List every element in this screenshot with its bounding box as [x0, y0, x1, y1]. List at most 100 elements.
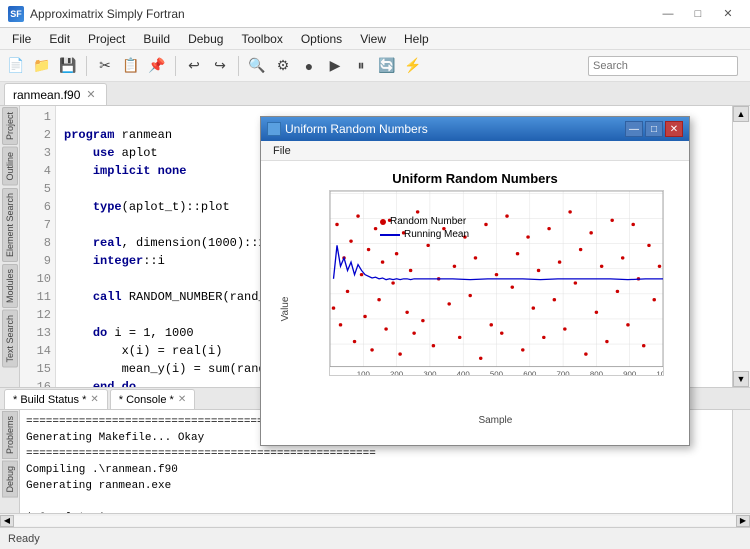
menu-edit[interactable]: Edit: [41, 28, 78, 49]
bottom-tab-console[interactable]: * Console * ✕: [110, 389, 195, 409]
plot-title-label: Uniform Random Numbers: [285, 122, 428, 136]
svg-text:500: 500: [490, 370, 503, 375]
plot-menu: File: [261, 141, 689, 161]
plot-window-controls: — □ ✕: [625, 121, 683, 137]
menu-view[interactable]: View: [352, 28, 394, 49]
menu-debug[interactable]: Debug: [180, 28, 231, 49]
file-tab-label: ranmean.f90: [13, 88, 80, 102]
y-axis-label: Value: [280, 297, 291, 322]
tab-bar: ranmean.f90 ✕: [0, 82, 750, 106]
plot-window: Uniform Random Numbers — □ ✕ File Unifor…: [260, 116, 690, 446]
menu-build[interactable]: Build: [135, 28, 178, 49]
sidebar-tab-element-search[interactable]: Element Search: [2, 188, 18, 262]
legend-line-mean: [380, 234, 400, 236]
scroll-down-arrow[interactable]: ▼: [733, 371, 749, 387]
build-button[interactable]: ●: [297, 54, 321, 78]
svg-text:400: 400: [457, 370, 470, 375]
bottom-tab-console-label: * Console *: [119, 394, 174, 406]
toolbar: 📄 📁 💾 ✂ 📋 📌 ↩ ↪ 🔍 ⚙ ● ▶ ⏸ 🔄 ⚡: [0, 50, 750, 82]
bottom-tab-problems[interactable]: Problems: [2, 411, 18, 459]
copy-button[interactable]: 📋: [119, 54, 143, 78]
scroll-track: [733, 122, 750, 371]
status-text: Ready: [8, 533, 40, 545]
left-sidebar: Project Outline Element Search Modules T…: [0, 106, 20, 387]
svg-text:300: 300: [423, 370, 436, 375]
scroll-up-arrow[interactable]: ▲: [733, 106, 749, 122]
title-bar: SF Approximatrix Simply Fortran — □ ✕: [0, 0, 750, 28]
menu-bar: File Edit Project Build Debug Toolbox Op…: [0, 28, 750, 50]
paste-button[interactable]: 📌: [145, 54, 169, 78]
menu-project[interactable]: Project: [80, 28, 133, 49]
plot-menu-file[interactable]: File: [265, 143, 299, 159]
menu-help[interactable]: Help: [396, 28, 437, 49]
bottom-left-tabs: Problems Debug: [0, 410, 20, 513]
toolbar-separator-3: [238, 56, 239, 76]
sidebar-tab-project[interactable]: Project: [2, 107, 18, 145]
lightning-button[interactable]: ⚡: [401, 54, 425, 78]
svg-text:600: 600: [523, 370, 536, 375]
legend-item-mean: Running Mean: [380, 229, 469, 240]
menu-options[interactable]: Options: [293, 28, 350, 49]
svg-text:800: 800: [590, 370, 603, 375]
chart-container: Value: [271, 190, 679, 428]
minimize-button[interactable]: —: [654, 4, 682, 24]
file-tab-close[interactable]: ✕: [84, 88, 97, 101]
plot-titlebar[interactable]: Uniform Random Numbers — □ ✕: [261, 117, 689, 141]
pause-button[interactable]: ⏸: [349, 54, 373, 78]
redo-button[interactable]: ↪: [208, 54, 232, 78]
sidebar-tab-modules[interactable]: Modules: [2, 264, 18, 308]
x-axis-label: Sample: [478, 415, 512, 426]
console-line-5: Generating ranmean.exe: [26, 478, 726, 494]
toolbar-separator-2: [175, 56, 176, 76]
search-input[interactable]: [588, 56, 738, 76]
plot-close-button[interactable]: ✕: [665, 121, 683, 137]
new-button[interactable]: 📄: [4, 54, 28, 78]
menu-file[interactable]: File: [4, 28, 39, 49]
bottom-hscrollbar[interactable]: ◀ ▶: [0, 513, 750, 527]
bottom-scrollbar[interactable]: [732, 410, 750, 513]
bottom-tab-debug[interactable]: Debug: [2, 461, 18, 498]
refresh-button[interactable]: 🔄: [375, 54, 399, 78]
status-bar: Ready: [0, 527, 750, 549]
bottom-tab-console-close[interactable]: ✕: [178, 394, 186, 405]
save-button[interactable]: 💾: [56, 54, 80, 78]
title-text: Approximatrix Simply Fortran: [30, 7, 185, 21]
close-button[interactable]: ✕: [714, 4, 742, 24]
hscroll-right[interactable]: ▶: [736, 515, 750, 527]
chart-area: 1.2 1.0 0.8 0.6 0.4 0.2 0.0 100 200 300 …: [329, 190, 664, 376]
open-button[interactable]: 📁: [30, 54, 54, 78]
undo-button[interactable]: ↩: [182, 54, 206, 78]
plot-window-icon: [267, 122, 281, 136]
console-line-3: ========================================…: [26, 446, 726, 462]
hscroll-left[interactable]: ◀: [0, 515, 14, 527]
chart-title: Uniform Random Numbers: [271, 171, 679, 186]
hscroll-track: [14, 516, 736, 526]
bottom-tab-build-status[interactable]: * Build Status * ✕: [4, 389, 108, 409]
settings-button[interactable]: ⚙: [271, 54, 295, 78]
legend-item-random: Random Number: [380, 216, 469, 227]
main-layout: Project Outline Element Search Modules T…: [0, 106, 750, 387]
maximize-button[interactable]: □: [684, 4, 712, 24]
sidebar-tab-outline[interactable]: Outline: [2, 147, 18, 186]
svg-text:700: 700: [557, 370, 570, 375]
toolbar-separator-1: [86, 56, 87, 76]
right-scrollbar[interactable]: ▲ ▼: [732, 106, 750, 387]
svg-text:100: 100: [656, 370, 663, 375]
menu-toolbox[interactable]: Toolbox: [233, 28, 290, 49]
console-line-6: [26, 494, 726, 510]
chart-legend: Random Number Running Mean: [380, 216, 469, 240]
find-button[interactable]: 🔍: [245, 54, 269, 78]
title-bar-left: SF Approximatrix Simply Fortran: [8, 6, 185, 22]
plot-maximize-button[interactable]: □: [645, 121, 663, 137]
sidebar-tab-text-search[interactable]: Text Search: [2, 310, 18, 368]
file-tab-ranmean[interactable]: ranmean.f90 ✕: [4, 83, 107, 105]
legend-label-random: Random Number: [390, 216, 466, 227]
legend-dot-random: [380, 219, 386, 225]
cut-button[interactable]: ✂: [93, 54, 117, 78]
search-box: [588, 56, 738, 76]
run-button[interactable]: ▶: [323, 54, 347, 78]
legend-label-mean: Running Mean: [404, 229, 469, 240]
plot-minimize-button[interactable]: —: [625, 121, 643, 137]
bottom-tab-build-close[interactable]: ✕: [90, 394, 98, 405]
window-controls: — □ ✕: [654, 4, 742, 24]
